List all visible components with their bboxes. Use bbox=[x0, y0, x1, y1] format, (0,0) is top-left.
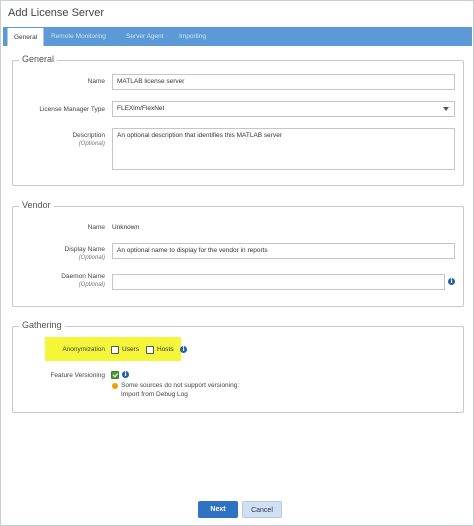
tab-remote-monitoring[interactable]: Remote Monitoring bbox=[45, 27, 112, 46]
license-manager-type-select[interactable]: FLEXlm/FlexNet bbox=[112, 101, 455, 117]
description-label-text: Description bbox=[72, 132, 105, 139]
hosts-checkbox-label[interactable]: Hosts bbox=[157, 346, 174, 353]
tab-strip: General Remote Monitoring Server Agent I… bbox=[3, 27, 472, 46]
general-legend: General bbox=[19, 54, 58, 64]
display-name-field[interactable]: An optional name to display for the vend… bbox=[112, 243, 455, 259]
daemon-name-optional: (Optional) bbox=[78, 282, 105, 288]
name-label: Name bbox=[87, 78, 105, 85]
users-checkbox-label[interactable]: Users bbox=[122, 346, 139, 353]
versioning-note-line2: Import from Debug Log bbox=[121, 391, 188, 398]
description-optional: (Optional) bbox=[78, 141, 105, 147]
display-name-label-text: Display Name bbox=[64, 246, 105, 253]
feature-versioning-label: Feature Versioning bbox=[50, 372, 105, 379]
feature-versioning-info-icon[interactable]: i bbox=[122, 371, 129, 378]
daemon-name-label-text: Daemon Name bbox=[61, 273, 105, 280]
users-checkbox[interactable] bbox=[111, 346, 119, 354]
display-name-optional: (Optional) bbox=[78, 255, 105, 261]
description-label: Description (Optional) bbox=[21, 132, 105, 148]
description-field[interactable]: An optional description that identifies … bbox=[112, 128, 455, 170]
dialog-title: Add License Server bbox=[8, 7, 104, 19]
anonymization-info-icon[interactable]: i bbox=[180, 346, 187, 353]
dialog-title-bar: Add License Server bbox=[1, 1, 473, 27]
next-button[interactable]: Next bbox=[198, 501, 238, 518]
license-manager-type-value: FLEXlm/FlexNet bbox=[117, 105, 165, 112]
warning-icon bbox=[112, 383, 118, 389]
tab-server-agent[interactable]: Server Agent bbox=[120, 27, 170, 46]
feature-versioning-checkbox[interactable] bbox=[111, 371, 119, 379]
daemon-name-label: Daemon Name (Optional) bbox=[21, 273, 105, 289]
daemon-info-icon[interactable]: i bbox=[448, 278, 455, 285]
cancel-button[interactable]: Cancel bbox=[242, 501, 282, 518]
daemon-name-field[interactable] bbox=[112, 274, 445, 290]
tab-importing[interactable]: Importing bbox=[173, 27, 212, 46]
vendor-legend: Vendor bbox=[19, 200, 54, 210]
hosts-checkbox[interactable] bbox=[146, 346, 154, 354]
vendor-name-label: Name bbox=[87, 224, 105, 231]
versioning-note-line1: Some sources do not support versioning: bbox=[121, 382, 240, 389]
chevron-down-icon bbox=[443, 107, 449, 111]
add-license-server-dialog: Add License Server General Remote Monito… bbox=[0, 0, 474, 526]
anonymization-label: Anonymization bbox=[62, 346, 105, 353]
license-manager-type-label: License Manager Type bbox=[39, 106, 105, 113]
display-name-label: Display Name (Optional) bbox=[21, 246, 105, 262]
name-field[interactable]: MATLAB license server bbox=[112, 74, 455, 90]
tab-general[interactable]: General bbox=[7, 28, 45, 46]
vendor-name-value: Unknown bbox=[112, 224, 140, 231]
gathering-legend: Gathering bbox=[19, 320, 65, 330]
